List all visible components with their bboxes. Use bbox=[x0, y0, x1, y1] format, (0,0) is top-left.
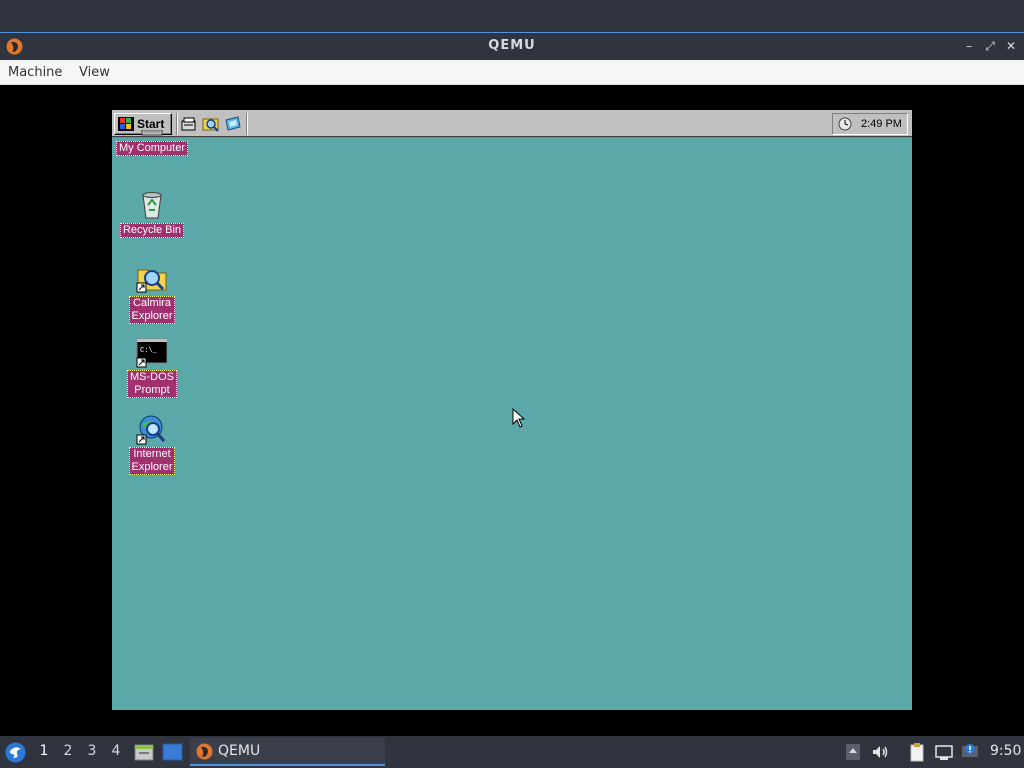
close-button[interactable]: ✕ bbox=[1002, 37, 1020, 55]
guest-display-area: Start 2:49 PM My Computer Recycle Bin Ca… bbox=[0, 85, 1024, 736]
workspace-4[interactable]: 4 bbox=[106, 743, 126, 759]
system-tray: 2:49 PM bbox=[832, 113, 908, 135]
guest-taskbar: Start 2:49 PM bbox=[112, 110, 912, 138]
globe-magnifier-icon bbox=[136, 415, 166, 445]
taskbar-separator bbox=[246, 113, 248, 135]
host-top-bar bbox=[0, 0, 1024, 33]
desktop-icon-label: MS-DOS Prompt bbox=[127, 370, 177, 398]
svg-text:C:\_: C:\_ bbox=[140, 347, 158, 355]
qemu-app-icon bbox=[196, 743, 213, 760]
desktop-icon-label: Internet Explorer bbox=[128, 447, 176, 475]
desktop-icon-calmira-explorer[interactable]: Calmira Explorer bbox=[112, 262, 192, 324]
desktop-icon-my-computer[interactable]: My Computer bbox=[112, 130, 192, 156]
app-menu-icon[interactable] bbox=[5, 742, 26, 763]
explorer-icon[interactable] bbox=[202, 115, 220, 133]
clipboard-icon[interactable] bbox=[907, 742, 927, 762]
menu-machine[interactable]: Machine bbox=[8, 65, 62, 80]
channels-icon[interactable] bbox=[224, 115, 242, 133]
start-label: Start bbox=[137, 117, 165, 131]
mouse-pointer-icon bbox=[512, 408, 526, 428]
menu-view[interactable]: View bbox=[79, 65, 110, 80]
update-notifier-icon[interactable] bbox=[960, 742, 980, 762]
windows-logo-icon bbox=[118, 117, 134, 131]
dos-prompt-icon: C:\_ bbox=[136, 338, 168, 368]
desktop-icon-recycle-bin[interactable]: Recycle Bin bbox=[112, 188, 192, 238]
file-manager-icon[interactable] bbox=[134, 742, 154, 762]
guest-desktop[interactable]: Start 2:49 PM My Computer Recycle Bin Ca… bbox=[112, 110, 912, 710]
network-icon[interactable] bbox=[934, 742, 954, 762]
folder-magnifier-icon bbox=[136, 269, 167, 293]
taskbar-item-qemu[interactable]: QEMU bbox=[190, 738, 385, 766]
minimize-button[interactable]: – bbox=[960, 37, 978, 55]
task-scheduler-icon[interactable] bbox=[837, 116, 853, 132]
desktop-icon-ms-dos-prompt[interactable]: C:\_ MS-DOS Prompt bbox=[112, 338, 192, 398]
qemu-titlebar[interactable]: QEMU – ⤢ ✕ bbox=[0, 33, 1024, 60]
recycle-bin-icon bbox=[142, 192, 162, 219]
desktop-icon-label: My Computer bbox=[115, 141, 189, 156]
maximize-button[interactable]: ⤢ bbox=[981, 37, 999, 55]
window-title: QEMU bbox=[488, 38, 536, 53]
workspace-3[interactable]: 3 bbox=[82, 743, 102, 759]
taskbar-item-label: QEMU bbox=[218, 743, 261, 759]
host-panel: 1 2 3 4 QEMU 9:50 bbox=[0, 736, 1024, 768]
desktop-icon-label: Calmira Explorer bbox=[128, 296, 176, 324]
guest-clock[interactable]: 2:49 PM bbox=[861, 118, 902, 130]
volume-icon[interactable] bbox=[870, 742, 890, 762]
show-desktop-icon[interactable] bbox=[162, 743, 183, 761]
desktop-icon-label: Recycle Bin bbox=[119, 223, 185, 238]
workspace-1[interactable]: 1 bbox=[34, 743, 54, 759]
qemu-menubar: Machine View bbox=[0, 60, 1024, 85]
workspace-2[interactable]: 2 bbox=[58, 743, 78, 759]
computer-icon bbox=[141, 130, 163, 136]
desktop-icon-internet-explorer[interactable]: Internet Explorer bbox=[112, 413, 192, 475]
host-clock[interactable]: 9:50 bbox=[990, 743, 1021, 759]
tray-expand-icon[interactable] bbox=[843, 742, 863, 762]
